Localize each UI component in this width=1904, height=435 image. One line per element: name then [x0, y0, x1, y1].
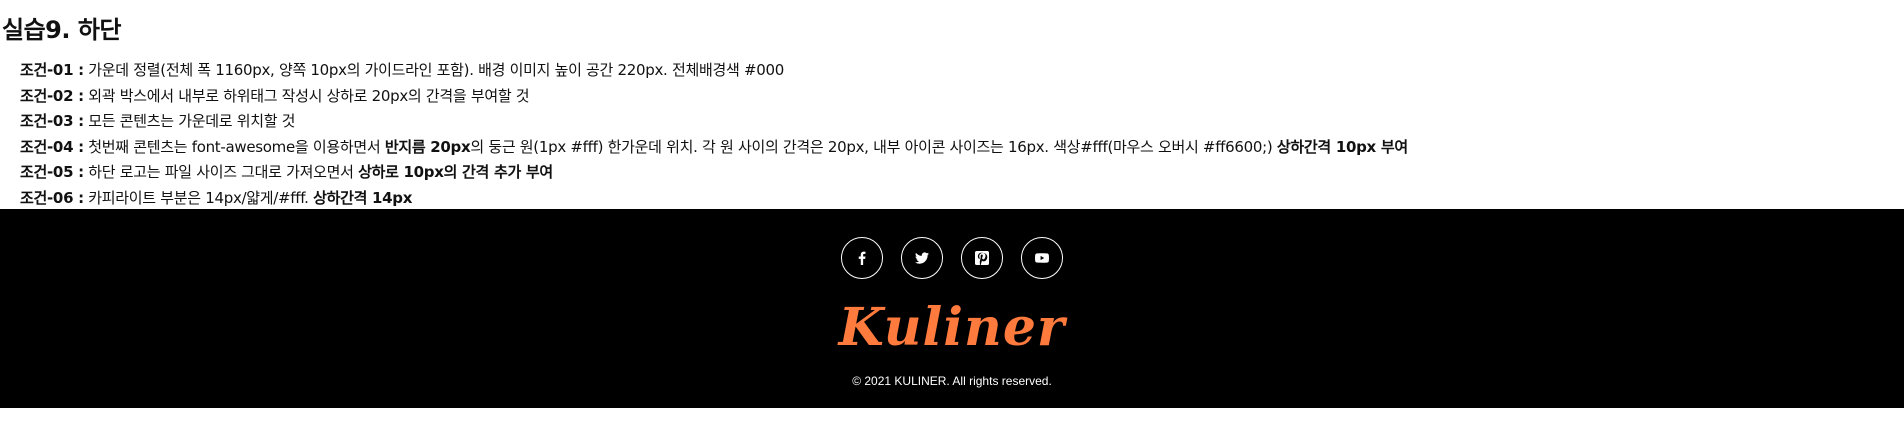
pinterest-icon	[975, 251, 989, 265]
condition-text: 하단 로고는 파일 사이즈 그대로 가져오면서	[88, 163, 359, 181]
youtube-link[interactable]	[1021, 237, 1063, 279]
condition-emphasis: 상하간격 10px 부여	[1276, 137, 1408, 156]
footer: Kuliner © 2021 KULINER. All rights reser…	[0, 209, 1904, 408]
condition-label: 조건-05 :	[20, 163, 84, 181]
condition-emphasis: 상하간격 14px	[313, 188, 413, 207]
kuliner-logo: Kuliner	[837, 297, 1068, 357]
condition-text: 카피라이트 부분은 14px/얇게/#fff.	[88, 188, 314, 207]
condition-emphasis: 상하로 10px의 간격 추가 부여	[358, 163, 553, 181]
condition-label: 조건-02 :	[20, 86, 84, 105]
twitter-icon	[915, 252, 929, 264]
condition-text: 가운데 정렬(전체 폭 1160px, 양쪽 10px의 가이드라인 포함). …	[88, 61, 784, 79]
facebook-link[interactable]	[841, 237, 883, 279]
condition-list: 조건-01 : 가운데 정렬(전체 폭 1160px, 양쪽 10px의 가이드…	[20, 58, 1408, 211]
condition-item: 조건-05 : 하단 로고는 파일 사이즈 그대로 가져오면서 상하로 10px…	[20, 160, 1408, 186]
condition-label: 조건-03 :	[20, 112, 84, 130]
condition-text: 의 둥근 원(1px #fff) 한가운데 위치. 각 원 사이의 간격은 20…	[470, 137, 1277, 156]
condition-item: 조건-03 : 모든 콘텐츠는 가운데로 위치할 것	[20, 109, 1408, 135]
condition-label: 조건-01 :	[20, 61, 84, 79]
condition-label: 조건-06 :	[20, 188, 84, 207]
condition-text: 외곽 박스에서 내부로 하위태그 작성시 상하로 20px의 간격을 부여할 것	[88, 86, 530, 105]
condition-text: 모든 콘텐츠는 가운데로 위치할 것	[88, 112, 296, 130]
logo-text: Kuliner	[837, 297, 1068, 357]
facebook-icon	[858, 251, 866, 265]
copyright: © 2021 KULINER. All rights reserved.	[852, 374, 1052, 388]
condition-item: 조건-01 : 가운데 정렬(전체 폭 1160px, 양쪽 10px의 가이드…	[20, 58, 1408, 84]
youtube-icon	[1035, 253, 1049, 263]
condition-item: 조건-04 : 첫번째 콘텐츠는 font-awesome을 이용하면서 반지름…	[20, 135, 1408, 161]
condition-emphasis: 반지름 20px	[384, 137, 471, 156]
pinterest-link[interactable]	[961, 237, 1003, 279]
page-title: 실습9. 하단	[2, 16, 122, 44]
condition-item: 조건-02 : 외곽 박스에서 내부로 하위태그 작성시 상하로 20px의 간…	[20, 84, 1408, 110]
twitter-link[interactable]	[901, 237, 943, 279]
condition-item: 조건-06 : 카피라이트 부분은 14px/얇게/#fff. 상하간격 14p…	[20, 186, 1408, 212]
condition-label: 조건-04 :	[20, 137, 84, 156]
condition-text: 첫번째 콘텐츠는 font-awesome을 이용하면서	[88, 137, 385, 156]
sns-links	[0, 237, 1904, 279]
